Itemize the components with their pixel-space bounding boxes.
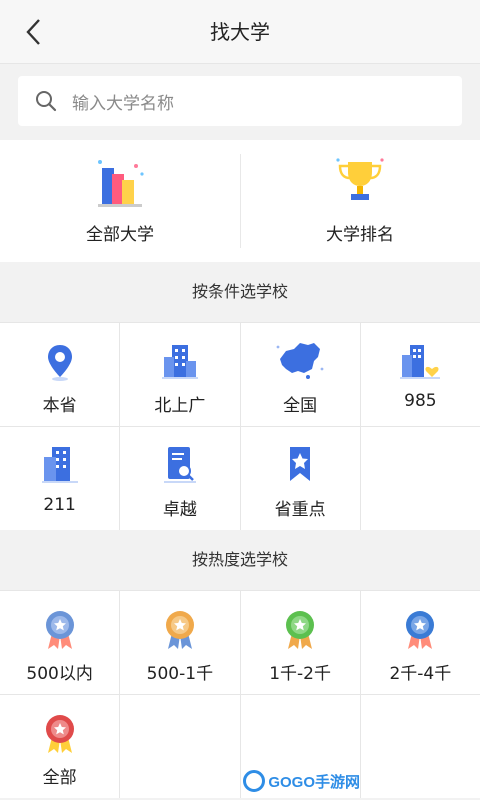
condition-label: 卓越 (162, 500, 197, 520)
empty-cell (120, 695, 240, 798)
section-heat-title: 按热度选学校 (0, 530, 480, 590)
section-condition-title: 按条件选学校 (0, 262, 480, 322)
location-pin-icon (47, 345, 72, 381)
heat-item-all[interactable]: 全部 (0, 695, 120, 798)
watermark-logo: GOGO手游网 (243, 770, 360, 792)
gogo-logo-icon (243, 770, 266, 792)
buildings-chart-icon (98, 160, 144, 207)
china-map-icon (276, 343, 324, 379)
search-icon (36, 91, 57, 112)
heat-label: 500以内 (26, 664, 93, 684)
star-bookmark-icon (290, 447, 311, 481)
university-ranking-button[interactable]: 大学排名 (240, 140, 480, 262)
condition-item-985[interactable]: 985 (360, 323, 480, 426)
heat-item-under-500[interactable]: 500以内 (0, 591, 120, 694)
watermark-text: GOGO手游网 (268, 773, 360, 791)
condition-label: 本省 (42, 396, 77, 416)
heat-label: 500-1千 (146, 664, 214, 684)
condition-label: 北上广 (154, 396, 206, 416)
condition-grid: 本省 北上广 全国 985 211 卓越 省重点 (0, 322, 480, 530)
trophy-icon (336, 158, 384, 200)
search-placeholder: 输入大学名称 (72, 93, 174, 114)
medal-blue-icon (45, 611, 74, 649)
document-search-icon (163, 447, 196, 483)
building-block-icon (41, 447, 78, 483)
condition-item-excellence[interactable]: 卓越 (120, 427, 240, 530)
empty-cell (360, 695, 480, 798)
heat-label: 2千-4千 (389, 664, 452, 684)
city-building-icon (161, 345, 198, 379)
medal-orange-icon (165, 611, 194, 649)
empty-cell (360, 427, 480, 530)
medal-red-icon (45, 715, 74, 753)
all-universities-button[interactable]: 全部大学 (0, 140, 240, 262)
all-universities-label: 全部大学 (86, 225, 154, 245)
building-heart-icon (400, 345, 441, 379)
condition-label: 985 (404, 391, 437, 411)
heat-item-500-1k[interactable]: 500-1千 (120, 591, 240, 694)
top-bar: 找大学 (0, 0, 480, 64)
medal-green-icon (286, 611, 315, 649)
search-input[interactable]: 输入大学名称 (18, 76, 462, 126)
condition-item-national[interactable]: 全国 (240, 323, 360, 426)
heat-label: 1千-2千 (269, 664, 332, 684)
condition-item-211[interactable]: 211 (0, 427, 120, 530)
heat-label: 全部 (42, 768, 77, 788)
heat-item-1k-2k[interactable]: 1千-2千 (240, 591, 360, 694)
condition-item-beishangguang[interactable]: 北上广 (120, 323, 240, 426)
condition-label: 省重点 (274, 500, 326, 520)
page-title: 找大学 (210, 20, 270, 44)
heat-grid: 500以内 500-1千 1千-2千 2千-4千 全部 (0, 590, 480, 798)
condition-label: 211 (43, 495, 76, 515)
condition-item-province[interactable]: 本省 (0, 323, 120, 426)
heat-item-2k-4k[interactable]: 2千-4千 (360, 591, 480, 694)
condition-item-provincial-key[interactable]: 省重点 (240, 427, 360, 530)
medal-darkblue-icon (406, 611, 435, 649)
condition-label: 全国 (283, 396, 318, 416)
university-ranking-label: 大学排名 (326, 225, 394, 245)
